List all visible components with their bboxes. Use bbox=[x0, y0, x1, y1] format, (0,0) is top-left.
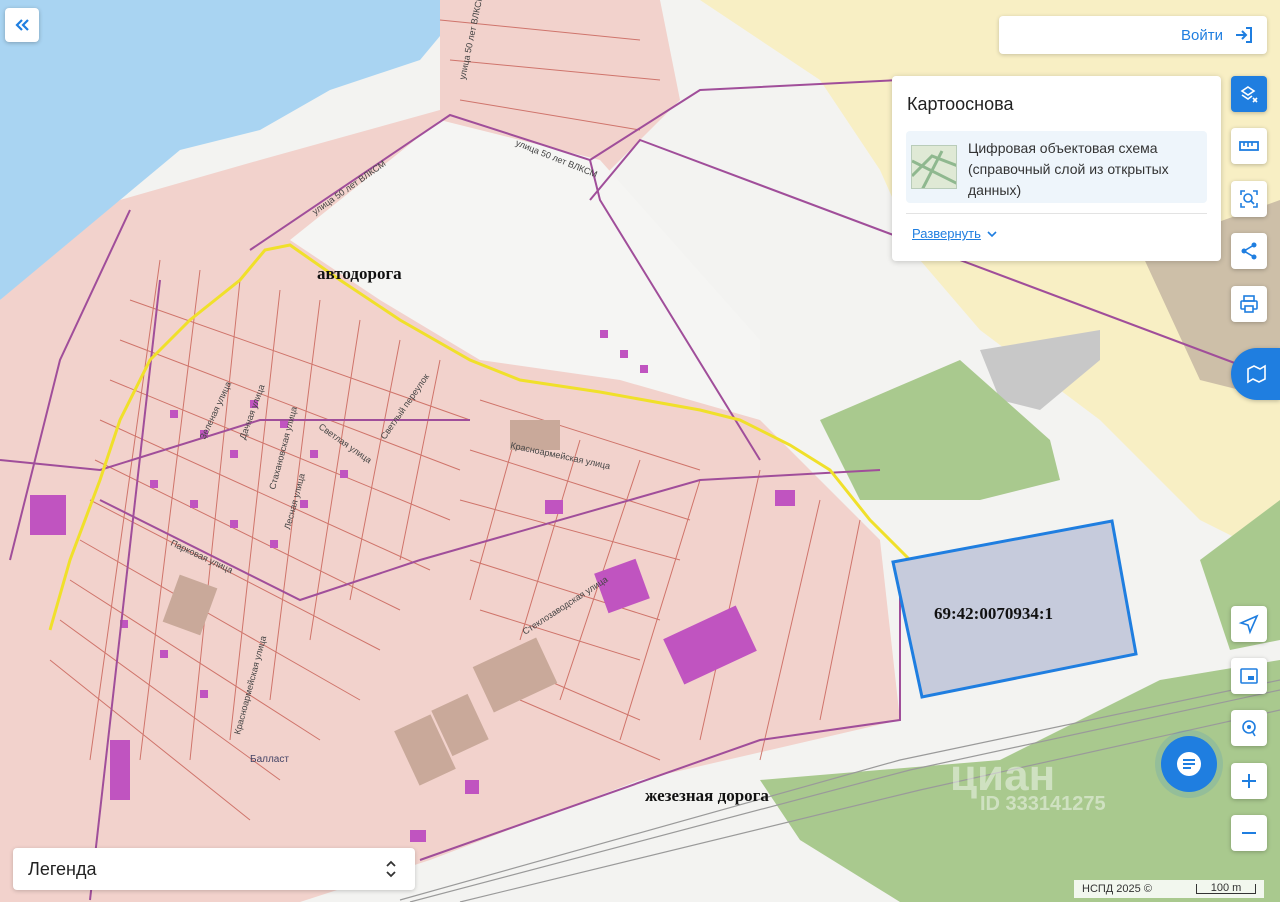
attribution: НСПД 2025 © bbox=[1082, 883, 1152, 895]
ruler-icon bbox=[1239, 141, 1259, 151]
login-icon bbox=[1236, 27, 1252, 43]
print-icon bbox=[1240, 295, 1258, 313]
expand-label: Развернуть bbox=[912, 226, 981, 241]
search-area-icon bbox=[1240, 190, 1258, 208]
water-label: Балласт bbox=[250, 754, 289, 765]
locate-button[interactable] bbox=[1231, 710, 1267, 746]
legend-selector[interactable]: Легенда bbox=[13, 848, 415, 890]
navigate-icon bbox=[1238, 614, 1259, 635]
zoom-out-icon bbox=[1242, 832, 1256, 834]
map-tool-button[interactable] bbox=[1231, 348, 1280, 400]
layers-clear-button[interactable] bbox=[1231, 76, 1267, 112]
watermark-id: ID 333141275 bbox=[980, 793, 1106, 815]
railway-label: жезезная дорога bbox=[645, 786, 769, 805]
chat-button[interactable] bbox=[1161, 736, 1217, 792]
zoom-in-icon bbox=[1242, 774, 1256, 788]
layer-name: Цифровая объектовая схема (справочный сл… bbox=[968, 140, 1169, 198]
chevron-down-icon bbox=[987, 230, 997, 237]
map-tool-icon bbox=[1246, 364, 1266, 384]
chat-icon bbox=[1177, 752, 1201, 776]
layers-clear-icon bbox=[1240, 86, 1258, 103]
zoom-out-button[interactable] bbox=[1231, 815, 1267, 851]
scale-label: 100 m bbox=[1210, 882, 1242, 894]
print-button[interactable] bbox=[1231, 286, 1267, 322]
search-area-button[interactable] bbox=[1231, 181, 1267, 217]
login-label: Войти bbox=[1181, 26, 1223, 44]
locate-icon bbox=[1242, 720, 1256, 737]
zoom-in-button[interactable] bbox=[1231, 763, 1267, 799]
scale-attribution: НСПД 2025 © 100 m bbox=[1074, 880, 1264, 898]
divider bbox=[906, 213, 1207, 214]
ruler-button[interactable] bbox=[1231, 128, 1267, 164]
collapse-icon bbox=[15, 19, 29, 31]
parcel-number-label: 69:42:0070934:1 bbox=[934, 604, 1053, 623]
minimap-button[interactable] bbox=[1231, 658, 1267, 694]
collapse-sidebar-button[interactable] bbox=[5, 8, 39, 42]
scale-bar: 100 m bbox=[1196, 882, 1256, 894]
up-down-icon bbox=[386, 860, 396, 878]
legend-label: Легенда bbox=[28, 858, 97, 879]
road-label: автодорога bbox=[317, 264, 402, 283]
navigate-button[interactable] bbox=[1231, 606, 1267, 642]
login-button[interactable]: Войти bbox=[999, 16, 1267, 54]
basemap-panel: Картооснова Цифровая объектовая схема (с… bbox=[892, 76, 1221, 261]
expand-link[interactable]: Развернуть bbox=[912, 226, 997, 241]
basemap-layer-option[interactable]: Цифровая объектовая схема (справочный сл… bbox=[906, 131, 1207, 203]
basemap-title: Картооснова bbox=[907, 94, 1014, 114]
layer-thumbnail bbox=[911, 145, 957, 189]
share-icon bbox=[1241, 242, 1257, 260]
share-button[interactable] bbox=[1231, 233, 1267, 269]
minimap-icon bbox=[1240, 668, 1258, 684]
